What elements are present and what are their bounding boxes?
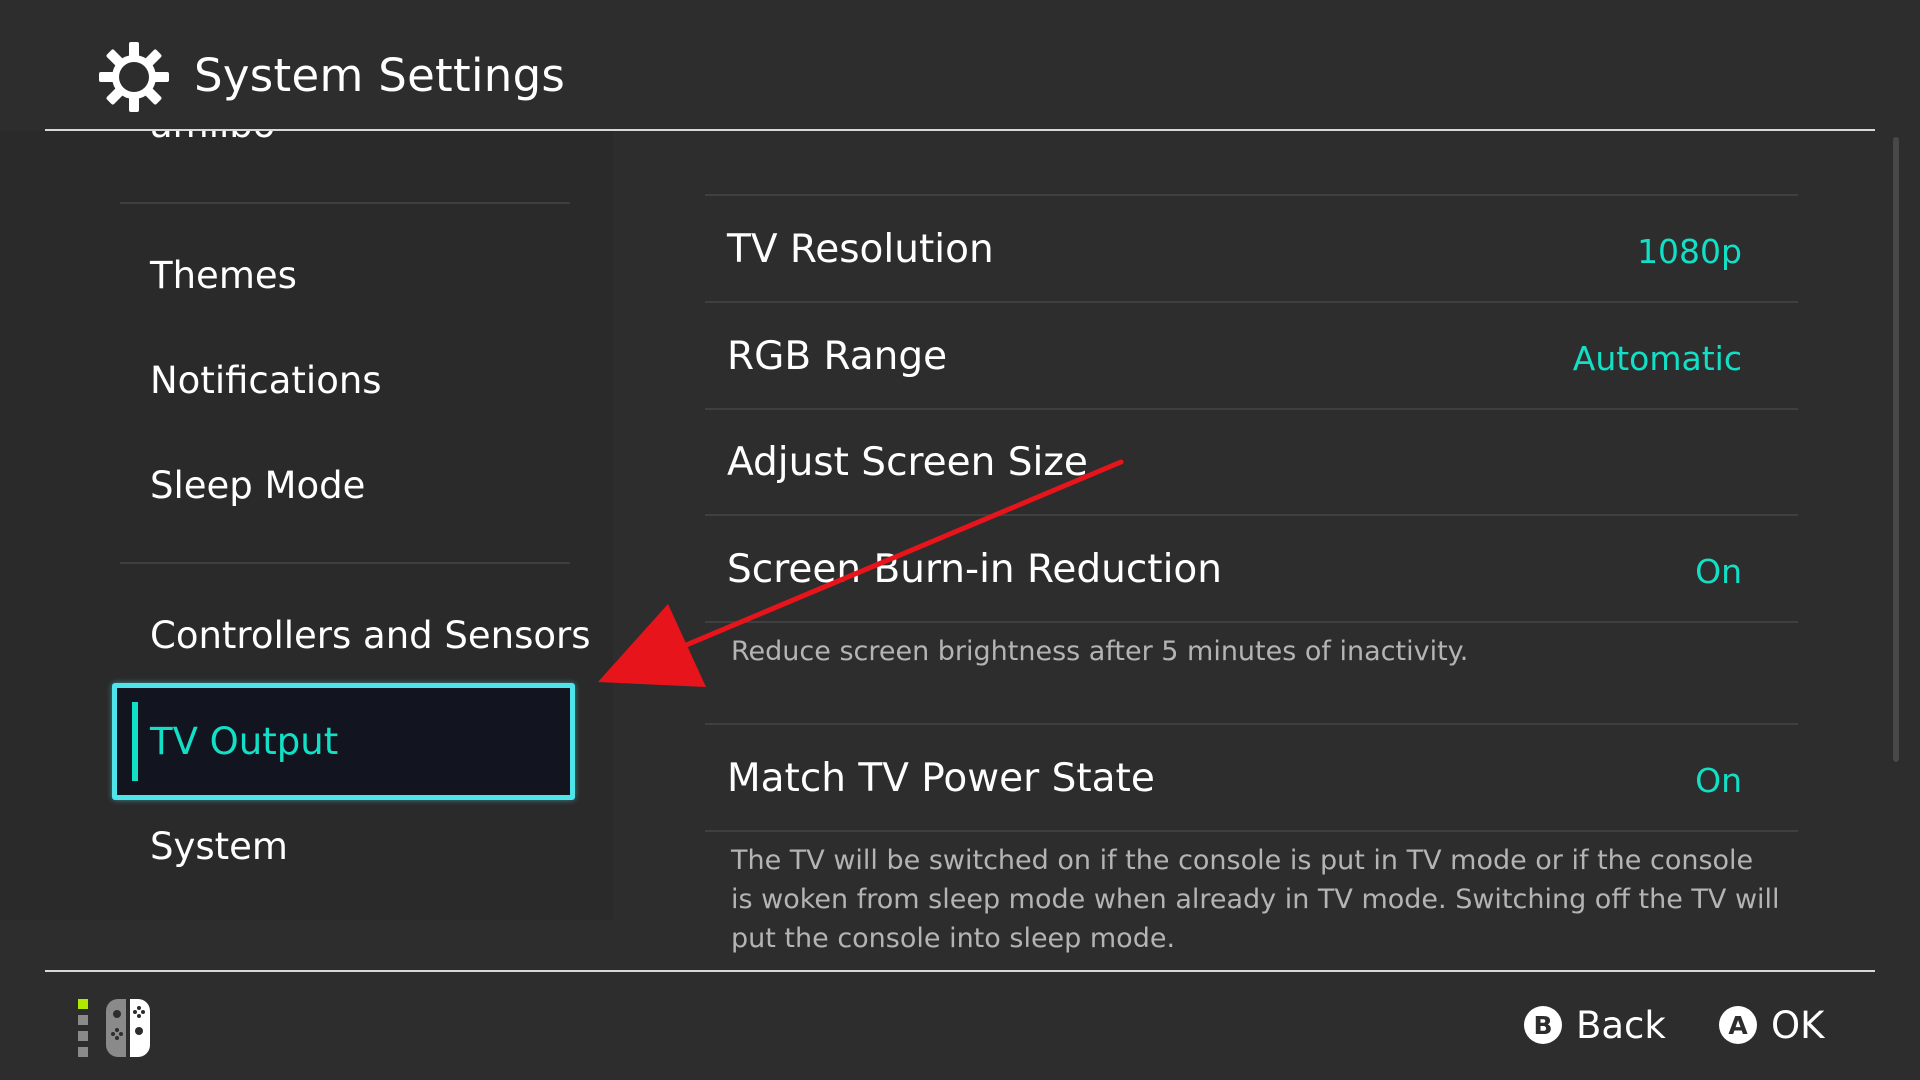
scrollbar[interactable]: [1893, 137, 1899, 762]
ok-button-label: OK: [1771, 1003, 1825, 1047]
setting-value: On: [1695, 552, 1742, 591]
back-button[interactable]: B Back: [1524, 1002, 1666, 1048]
row-divider: [705, 514, 1798, 516]
back-button-label: Back: [1576, 1003, 1666, 1047]
setting-label: Screen Burn-in Reduction: [727, 547, 1223, 592]
setting-label: Adjust Screen Size: [727, 440, 1088, 485]
settings-list: TV Resolution 1080p RGB Range Automatic …: [613, 131, 1893, 971]
header: System Settings: [0, 0, 1920, 131]
sidebar-item-tv-output[interactable]: TV Output: [112, 683, 575, 800]
header-divider: [45, 129, 1875, 131]
row-divider: [705, 723, 1798, 725]
setting-label: Match TV Power State: [727, 756, 1155, 801]
ok-button[interactable]: A OK: [1719, 1002, 1824, 1048]
row-divider: [705, 408, 1798, 410]
sidebar-item-sleep-mode[interactable]: Sleep Mode: [150, 461, 365, 511]
setting-value: 1080p: [1637, 232, 1742, 271]
selection-accent-bar: [132, 702, 138, 781]
setting-description: The TV will be switched on if the consol…: [731, 845, 1780, 954]
setting-label: TV Resolution: [727, 227, 994, 272]
sidebar-item-controllers-and-sensors[interactable]: Controllers and Sensors: [150, 611, 591, 661]
setting-value: On: [1695, 761, 1742, 800]
sidebar-item-label: TV Output: [150, 720, 339, 763]
sidebar-divider: [120, 202, 570, 204]
b-button-icon: B: [1524, 1006, 1562, 1044]
a-button-icon: A: [1719, 1006, 1757, 1044]
row-divider: [705, 621, 1798, 623]
row-divider: [705, 830, 1798, 832]
sidebar: amiibo Themes Notifications Sleep Mode C…: [0, 0, 613, 920]
setting-description: Reduce screen brightness after 5 minutes…: [731, 636, 1469, 667]
sidebar-item-system[interactable]: System: [150, 822, 288, 872]
row-divider: [705, 301, 1798, 303]
footer: B Back A OK: [0, 972, 1920, 1080]
sidebar-item-themes[interactable]: Themes: [150, 251, 297, 301]
page-title: System Settings: [194, 49, 566, 102]
setting-label: RGB Range: [727, 334, 948, 379]
setting-value: Automatic: [1572, 339, 1742, 378]
sidebar-divider: [120, 562, 570, 564]
gear-icon: [99, 42, 169, 112]
sidebar-item-notifications[interactable]: Notifications: [150, 356, 382, 406]
joy-con-icon: [78, 999, 150, 1057]
row-divider: [705, 194, 1798, 196]
system-settings-screen: amiibo Themes Notifications Sleep Mode C…: [0, 0, 1920, 1080]
